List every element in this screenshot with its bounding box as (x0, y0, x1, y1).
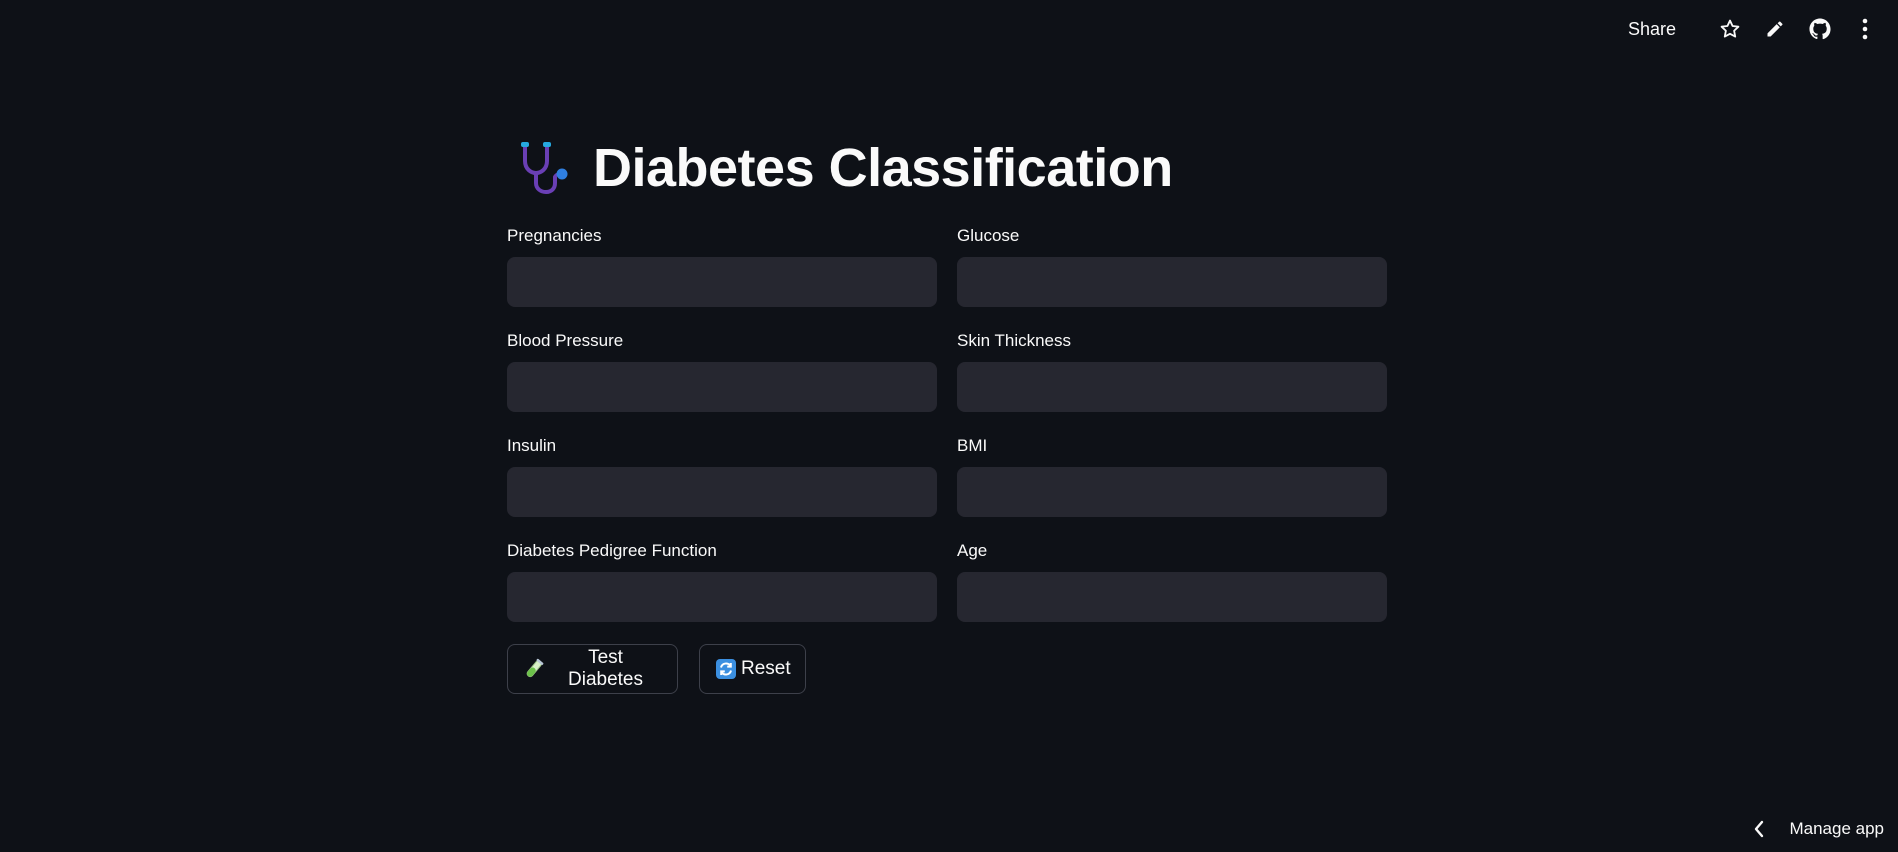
field-blood-pressure: Blood Pressure (507, 329, 937, 434)
blood-pressure-input[interactable] (507, 362, 937, 412)
test-diabetes-label: Test Diabetes (568, 647, 643, 690)
diabetes-pedigree-function-input[interactable] (507, 572, 937, 622)
test-tube-icon (523, 658, 545, 680)
glucose-input[interactable] (957, 257, 1387, 307)
pencil-icon[interactable] (1760, 14, 1790, 44)
test-diabetes-button[interactable]: Test Diabetes (507, 644, 678, 694)
field-glucose: Glucose (957, 224, 1387, 329)
skin-thickness-input[interactable] (957, 362, 1387, 412)
field-insulin: Insulin (507, 434, 937, 539)
manage-app-button[interactable]: Manage app (1747, 814, 1884, 844)
chevron-left-icon (1747, 817, 1771, 841)
field-diabetes-pedigree-function: Diabetes Pedigree Function (507, 539, 937, 644)
insulin-input[interactable] (507, 467, 937, 517)
field-label: Insulin (507, 436, 557, 455)
reset-label: Reset (741, 658, 791, 679)
more-vertical-icon[interactable] (1850, 14, 1880, 44)
age-input[interactable] (957, 572, 1387, 622)
field-label: BMI (957, 436, 988, 455)
manage-app-label: Manage app (1789, 819, 1884, 838)
pregnancies-input[interactable] (507, 257, 937, 307)
field-label: Glucose (957, 226, 1020, 245)
reset-button[interactable]: Reset (699, 644, 806, 694)
top-toolbar: Share (1618, 14, 1880, 44)
field-label: Diabetes Pedigree Function (507, 541, 717, 560)
field-label: Blood Pressure (507, 331, 624, 350)
title-row: Diabetes Classification (507, 130, 1389, 206)
field-bmi: BMI (957, 434, 1387, 539)
star-icon[interactable] (1715, 14, 1745, 44)
main-content: Diabetes Classification Pregnancies Gluc… (507, 130, 1389, 694)
page-title: Diabetes Classification (593, 138, 1173, 198)
field-age: Age (957, 539, 1387, 644)
input-form: Pregnancies Glucose Blood Pressure Skin … (507, 224, 1389, 644)
field-pregnancies: Pregnancies (507, 224, 937, 329)
github-icon[interactable] (1805, 14, 1835, 44)
field-label: Age (957, 541, 988, 560)
field-label: Pregnancies (507, 226, 602, 245)
bmi-input[interactable] (957, 467, 1387, 517)
share-button[interactable]: Share (1618, 15, 1686, 44)
field-label: Skin Thickness (957, 331, 1072, 350)
refresh-icon (715, 658, 737, 680)
action-buttons: Test Diabetes Reset (507, 644, 1389, 694)
stethoscope-icon (515, 139, 573, 197)
field-skin-thickness: Skin Thickness (957, 329, 1387, 434)
app-root: Share Diabetes Classification Pregnancie… (0, 0, 1898, 852)
